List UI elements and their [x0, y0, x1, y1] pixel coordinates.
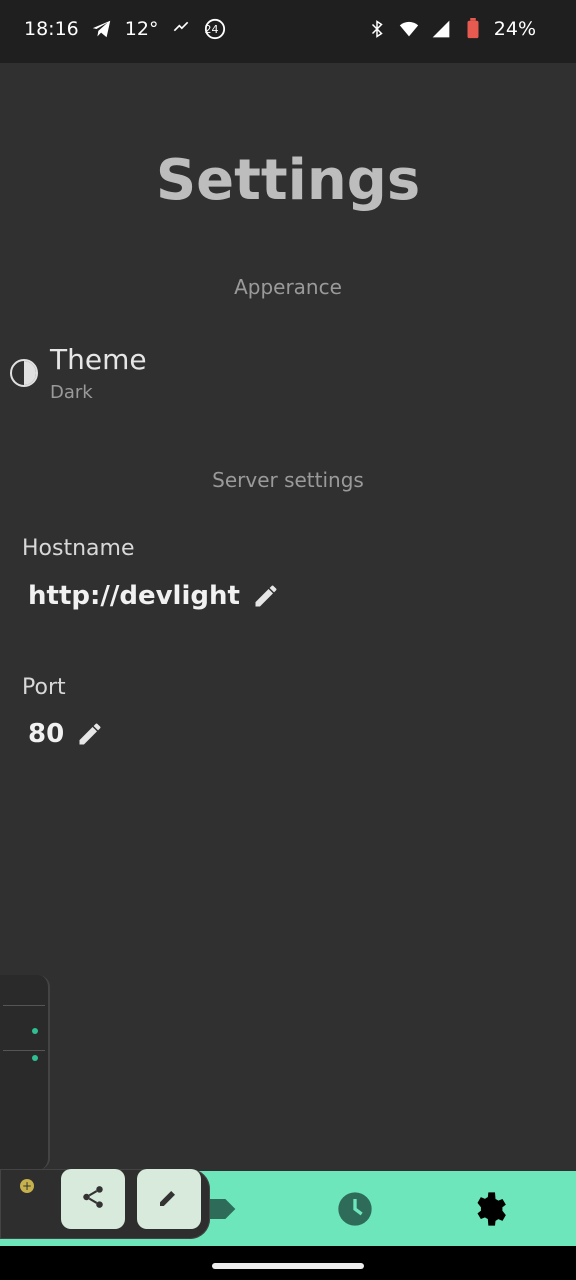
server-section-title: Server settings [212, 468, 364, 492]
share-icon [80, 1184, 106, 1214]
badge-24-text: 24 [204, 22, 219, 36]
pencil-icon[interactable] [76, 720, 104, 748]
status-bar: 18:16 12° 24 24% [0, 0, 576, 63]
preview-toggle-dot [32, 1055, 38, 1061]
telegram-icon [91, 18, 113, 40]
edit-button[interactable] [137, 1169, 201, 1229]
port-value-row[interactable]: 80 [28, 719, 104, 749]
status-left: 18:16 12° 24 [24, 18, 226, 40]
hostname-value[interactable]: http://devlight [28, 581, 240, 611]
preview-divider [3, 1005, 45, 1006]
floating-preview-card [0, 975, 50, 1170]
port-label: Port [22, 675, 66, 700]
theme-value: Dark [50, 382, 93, 403]
preview-toggle-dot [32, 1028, 38, 1034]
clock-icon[interactable] [335, 1189, 375, 1229]
share-button[interactable] [61, 1169, 125, 1229]
port-value[interactable]: 80 [28, 719, 64, 749]
wifi-icon [398, 18, 420, 40]
appearance-section-title: Apperance [234, 275, 342, 299]
pencil-icon[interactable] [252, 582, 280, 610]
temperature-text: 12° [124, 18, 159, 40]
plus-badge-icon[interactable]: + [20, 1179, 34, 1193]
theme-icon [10, 359, 38, 387]
home-gesture-bar[interactable] [212, 1263, 364, 1269]
gear-icon[interactable] [470, 1189, 510, 1229]
page-title: Settings [155, 148, 421, 213]
pencil-icon [157, 1185, 181, 1213]
status-time: 18:16 [24, 18, 79, 40]
battery-icon [462, 18, 484, 40]
theme-label: Theme [50, 343, 147, 376]
theme-text: Theme Dark [50, 343, 147, 403]
theme-setting[interactable]: Theme Dark [10, 343, 147, 403]
hostname-value-row[interactable]: http://devlight [28, 581, 280, 611]
bluetooth-icon [366, 18, 388, 40]
status-right: 24% [366, 18, 536, 40]
battery-text: 24% [493, 18, 536, 40]
hostname-label: Hostname [22, 536, 135, 561]
sync-icon [170, 18, 192, 40]
signal-icon [430, 18, 452, 40]
preview-divider [3, 1050, 45, 1051]
